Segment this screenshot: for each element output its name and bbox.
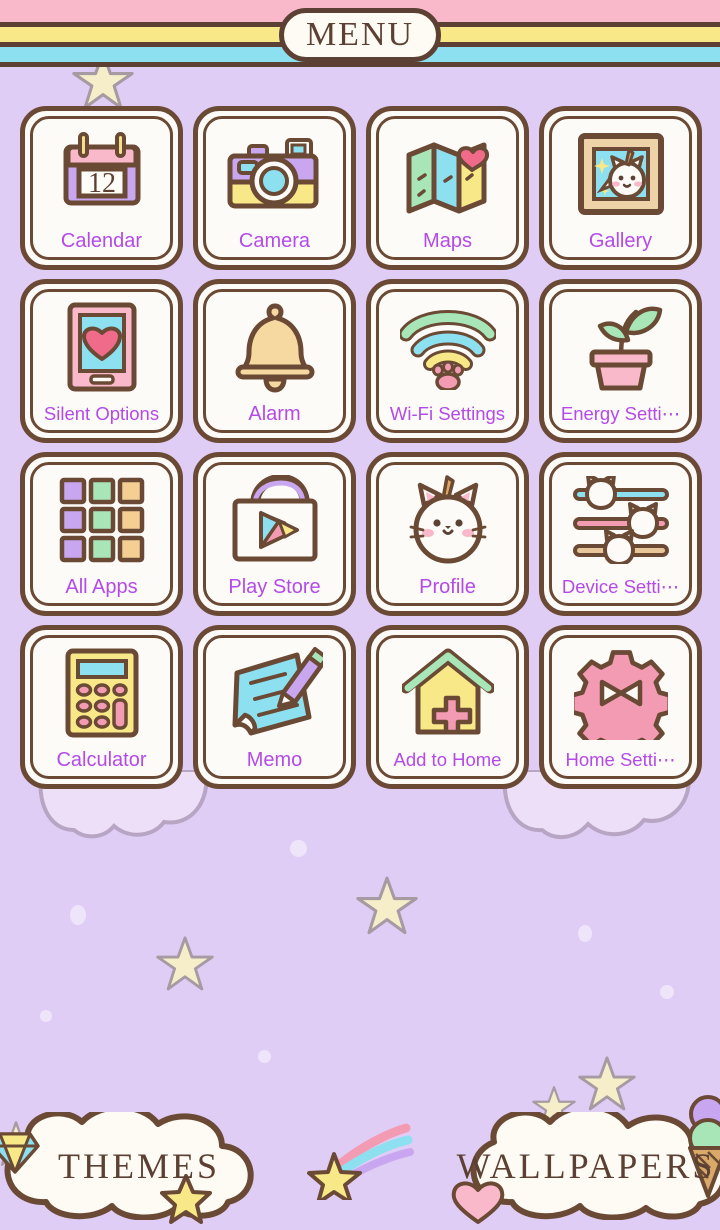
stripe-line [0,62,720,67]
ice-cream-icon [688,1095,720,1198]
star-decoration [356,876,418,935]
gear-bow-icon [544,644,697,742]
dot-decoration [70,905,86,925]
app-label: Energy Setti⋯ [560,403,681,424]
wifi-paw-icon [371,298,524,396]
app-tile-gallery[interactable]: Gallery [539,106,702,270]
themes-cloud-shape [4,1104,254,1221]
page-title: MENU [305,16,415,53]
dot-decoration [660,985,674,999]
app-tile-wifi-settings[interactable]: Wi-Fi Settings [366,279,529,443]
memo-pencil-icon [198,644,351,742]
app-label: Play Store [228,576,321,598]
star-decoration [156,936,214,991]
app-label: Home Setti⋯ [565,749,676,770]
gallery-icon [544,125,697,223]
app-label: All Apps [65,576,138,598]
app-tile-silent-options[interactable]: Silent Options [20,279,183,443]
app-tile-profile[interactable]: Profile [366,452,529,616]
dot-decoration [40,1010,52,1022]
app-label: Maps [423,230,472,252]
calendar-date: 12 [88,168,116,199]
app-tile-alarm[interactable]: Alarm [193,279,356,443]
app-tile-calendar[interactable]: 12 Calendar [20,106,183,270]
wallpapers-button[interactable]: WALLPAPERS [440,1095,720,1224]
app-label: Add to Home [393,749,502,770]
app-label: Gallery [588,230,653,252]
app-tile-home-settings[interactable]: Home Setti⋯ [539,625,702,789]
app-label: Wi-Fi Settings [389,403,506,424]
camera-icon [198,125,351,223]
calendar-icon: 12 [25,125,178,223]
unicorn-cat-icon [371,471,524,569]
app-label: Memo [246,749,303,771]
app-label: Alarm [248,403,301,425]
app-tile-all-apps[interactable]: All Apps [20,452,183,616]
calculator-icon [25,644,178,742]
app-icon-grid: 12 Calendar Camera Maps Gallery Silent O… [20,106,702,789]
app-tile-play-store[interactable]: Play Store [193,452,356,616]
alarm-bell-icon [198,298,351,396]
dot-decoration [578,925,592,942]
app-label: Silent Options [43,403,160,424]
app-tile-maps[interactable]: Maps [366,106,529,270]
app-label: Profile [419,576,476,598]
dot-decoration [290,840,307,857]
app-tile-add-to-home[interactable]: Add to Home [366,625,529,789]
dot-decoration [258,1050,271,1063]
silent-options-icon [25,298,178,396]
all-apps-grid-icon [25,471,178,569]
themes-button[interactable]: THEMES [0,1104,276,1224]
menu-title-badge: MENU [279,8,441,62]
star-decoration [578,1056,636,1111]
app-label: Device Setti⋯ [561,576,680,597]
app-label: Camera [238,230,311,252]
app-tile-memo[interactable]: Memo [193,625,356,789]
sliders-cat-icon [544,471,697,569]
heart-icon [451,1181,505,1224]
play-store-icon [198,471,351,569]
app-tile-energy-settings[interactable]: Energy Setti⋯ [539,279,702,443]
house-plus-icon [371,644,524,742]
maps-icon [371,125,524,223]
plant-icon [544,298,697,396]
app-label: Calculator [56,749,147,771]
app-tile-camera[interactable]: Camera [193,106,356,270]
app-tile-calculator[interactable]: Calculator [20,625,183,789]
diamond-icon [0,1132,40,1174]
app-label: Calendar [60,230,143,252]
app-tile-device-settings[interactable]: Device Setti⋯ [539,452,702,616]
star-icon [160,1174,212,1224]
